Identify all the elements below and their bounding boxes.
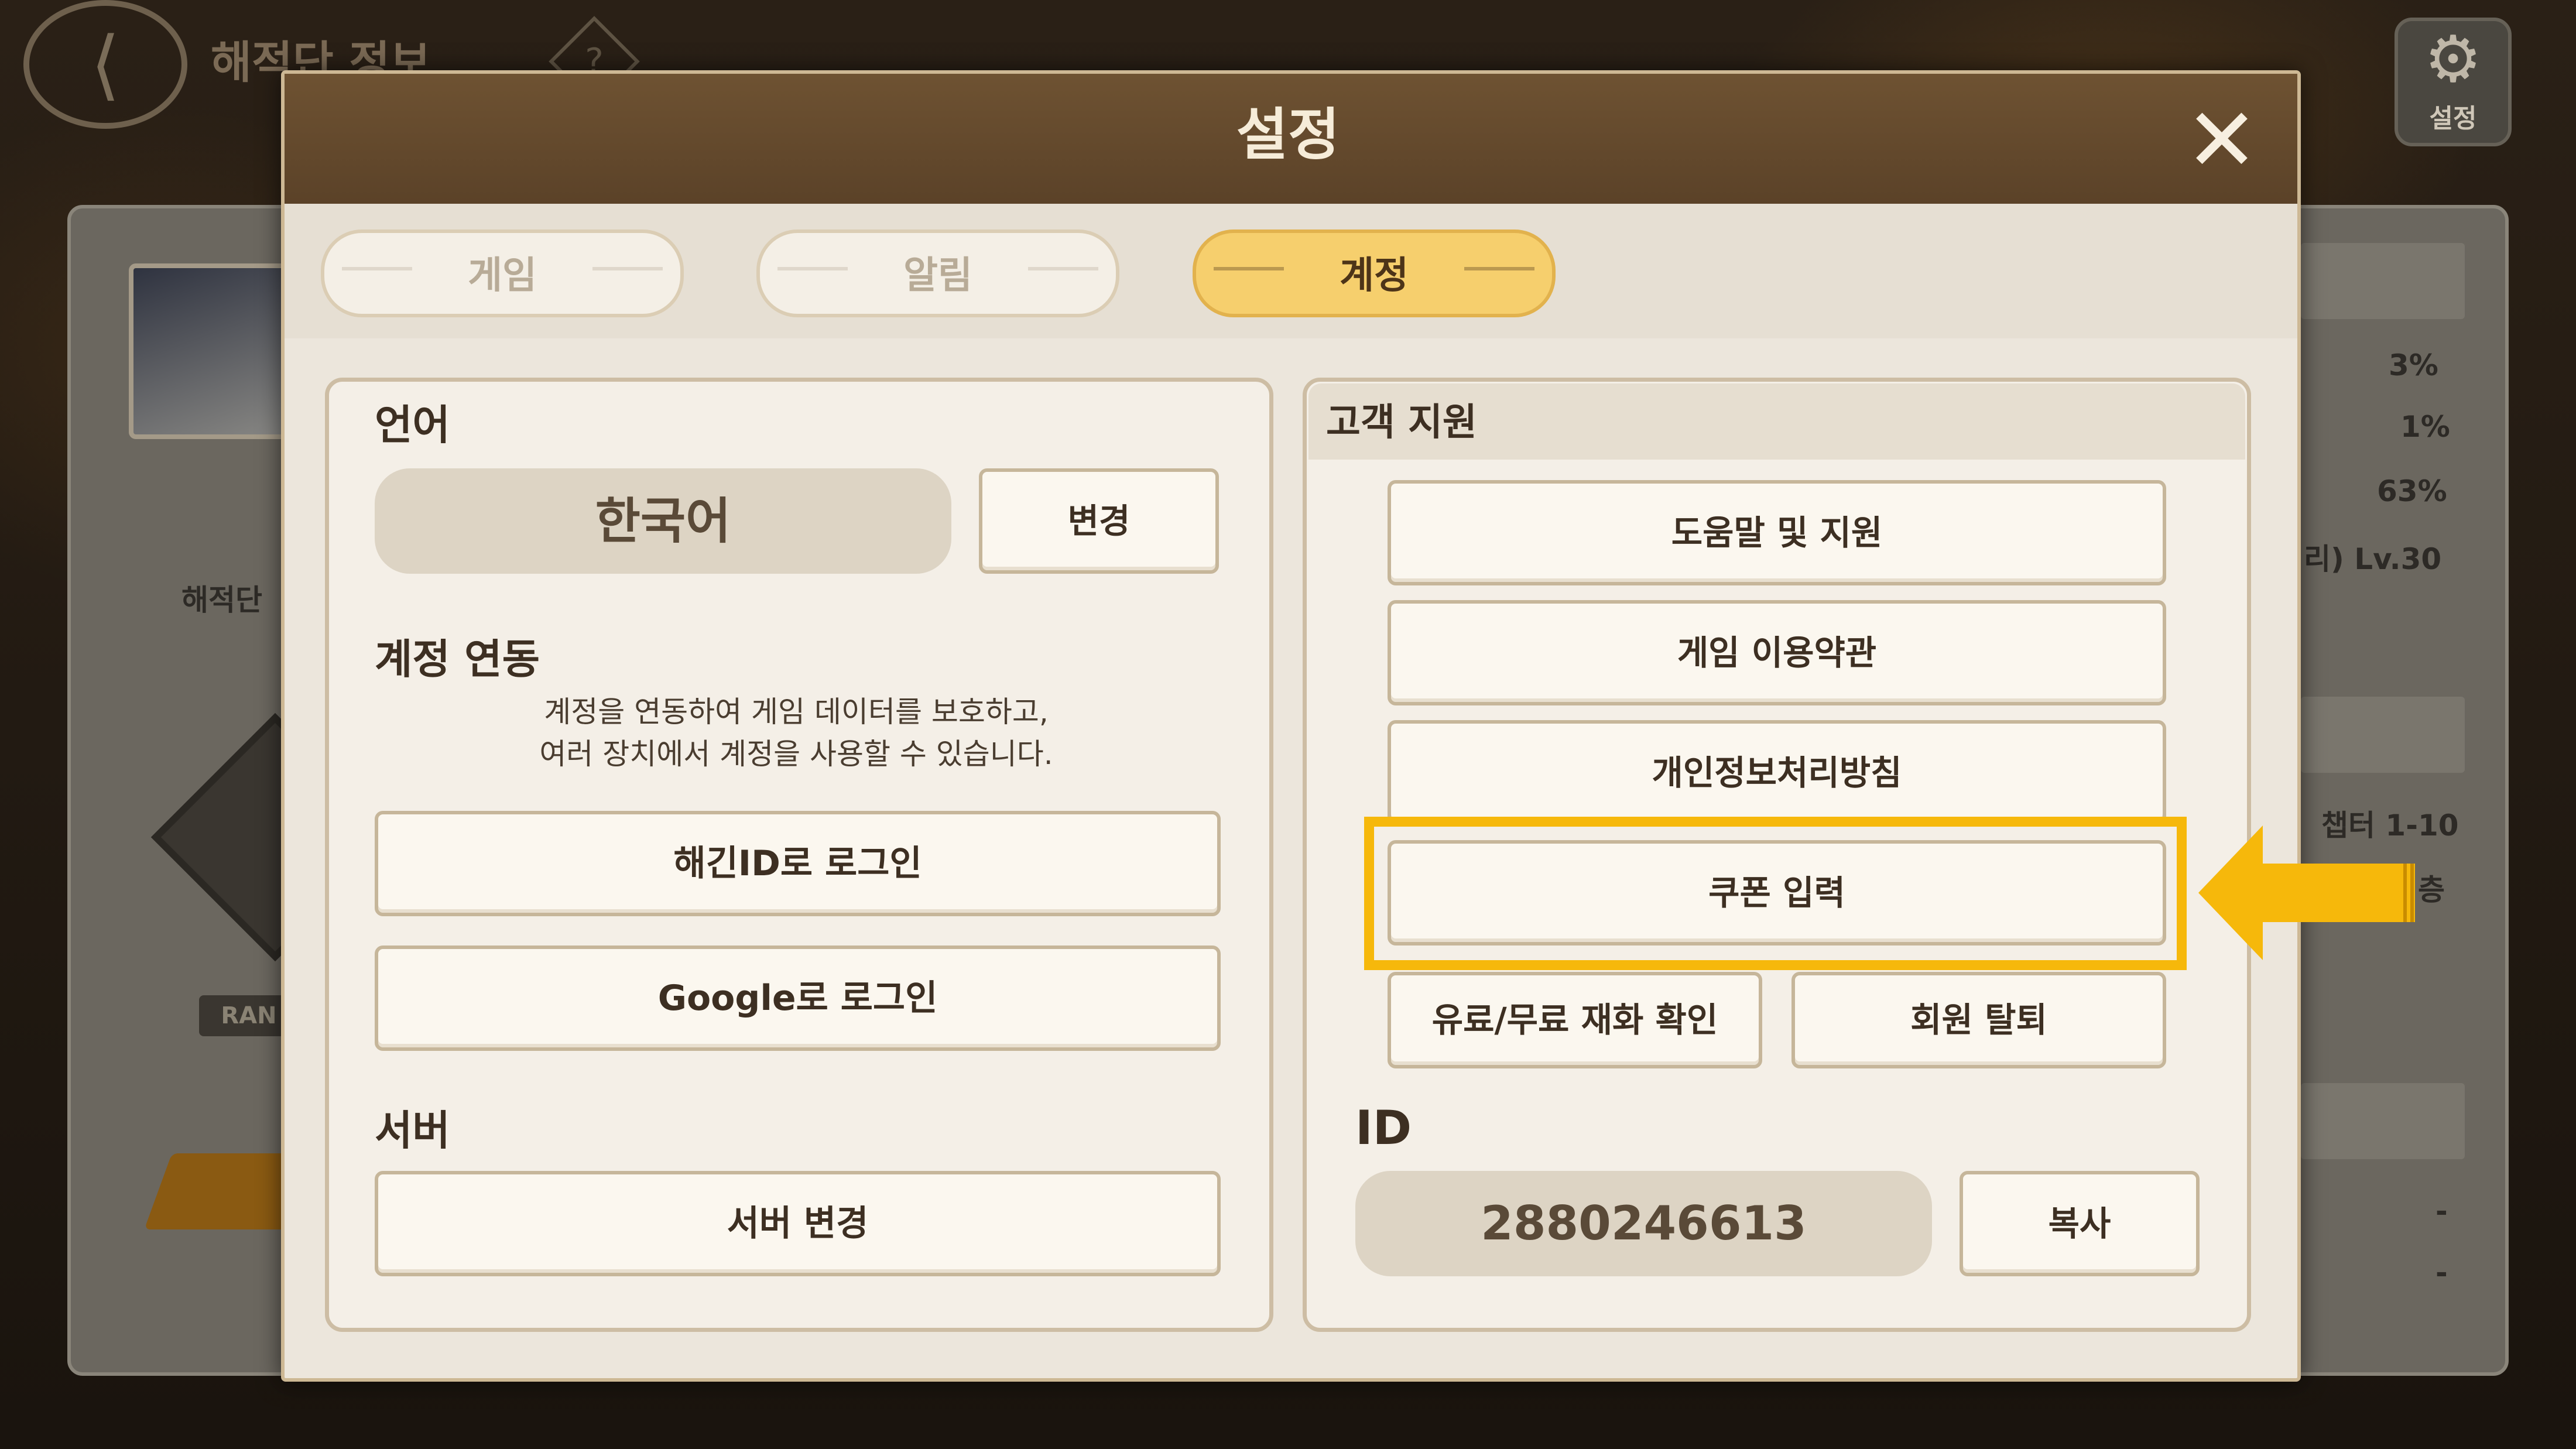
background-stat: - [2435,1256,2448,1290]
account-link-description-line-1: 계정을 연동하여 게임 데이터를 보호하고, [544,695,1049,729]
paid-free-currency-button[interactable]: 유료/무료 재화 확인 [1388,972,1762,1068]
privacy-policy-button[interactable]: 개인정보처리방침 [1388,720,2166,825]
language-value: 한국어 [375,468,951,574]
help-support-button[interactable]: 도움말 및 지원 [1388,480,2166,585]
background-stat: 63% [2377,474,2447,508]
settings-button: ⚙ 설정 [2395,18,2512,146]
support-title: 고객 지원 [1326,401,1477,444]
close-icon[interactable]: ✕ [2181,97,2263,184]
id-title: ID [1355,1101,1412,1155]
pointer-arrow-icon [2198,825,2415,960]
copy-id-button[interactable]: 복사 [1960,1171,2200,1276]
google-login-button[interactable]: Google로 로그인 [375,946,1221,1051]
background-bar [2301,1083,2465,1159]
withdraw-membership-button[interactable]: 회원 탈퇴 [1791,972,2166,1068]
coupon-highlight-box [1364,817,2187,970]
account-link-description-line-2: 여러 장치에서 계정을 사용할 수 있습니다. [539,737,1053,771]
background-stat: 1% [2400,410,2450,444]
back-arrow-icon: ⟨ [23,0,187,129]
gear-icon: ⚙ [2424,22,2482,97]
server-title: 서버 [375,1107,450,1155]
haegin-login-button[interactable]: 해긴ID로 로그인 [375,811,1221,916]
tab-notifications[interactable]: 알림 [756,229,1119,317]
tab-game[interactable]: 게임 [321,229,684,317]
id-value: 2880246613 [1355,1171,1932,1276]
background-left-label: 해적단 [181,583,262,617]
tab-account[interactable]: 계정 [1193,229,1556,317]
terms-of-service-button[interactable]: 게임 이용약관 [1388,600,2166,705]
background-stat: 리) Lv.30 [2304,542,2442,576]
language-title: 언어 [375,401,450,449]
tab-label: 계정 [1340,254,1409,297]
background-bar [2301,243,2465,319]
background-bar [2301,697,2465,773]
tab-label: 알림 [903,254,972,297]
background-stat: - [2435,1194,2448,1228]
tab-label: 게임 [468,254,537,297]
background-stat: 3% [2389,348,2438,382]
background-stat: 층 [2418,873,2445,907]
server-change-button[interactable]: 서버 변경 [375,1171,1221,1276]
change-language-button[interactable]: 변경 [979,468,1219,574]
dialog-title: 설정 [1236,102,1340,167]
account-link-title: 계정 연동 [375,635,540,683]
settings-label: 설정 [2429,104,2477,133]
